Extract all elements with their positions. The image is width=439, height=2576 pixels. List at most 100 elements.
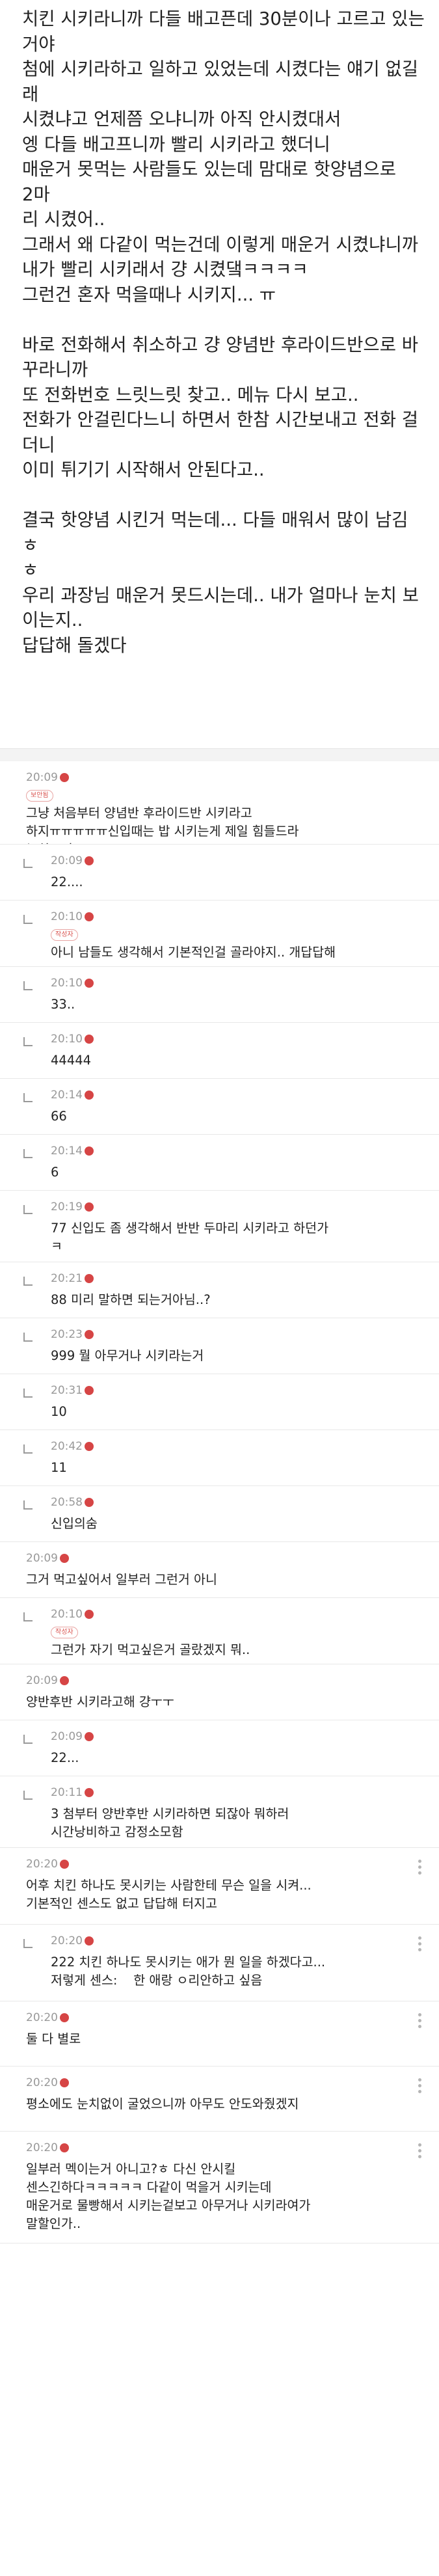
report-icon[interactable] — [60, 1554, 69, 1563]
reply-item: 20:11 3 첨부터 양반후반 시키라하면 되잖아 뭐하러 시간낭비하고 감정소… — [0, 1776, 439, 1848]
comment-text: 66 — [51, 1109, 67, 1124]
post-line: 꾸라니까 — [22, 359, 88, 380]
post-line: 이미 튀기기 시작해서 안된다고.. — [22, 459, 265, 480]
comment-item: 20:09 양반후반 시키라고해 걍ㅜㅜ — [0, 1664, 439, 1720]
more-options-icon[interactable] — [418, 2078, 422, 2093]
report-icon[interactable] — [85, 979, 94, 988]
post-line: 답답해 돌겠다 — [22, 634, 127, 656]
post-line: 내가 빨리 시키래서 걍 시켰댘ㅋㅋㅋㅋ — [22, 259, 308, 280]
comment-time: 20:09 — [26, 1674, 58, 1687]
more-dot — [418, 1936, 421, 1940]
comment-list: 20:09 보안됨 그냥 처음부터 양념반 후라이드반 시키라고 하지ㅠㅠㅠㅠㅠ신입… — [0, 761, 439, 2576]
comments-divider — [0, 748, 439, 761]
more-dot — [418, 1871, 421, 1875]
more-dot — [418, 1865, 421, 1869]
comment-meta: 20:20 — [26, 2141, 426, 2155]
comment-time: 20:23 — [51, 1328, 83, 1341]
report-icon[interactable] — [85, 1035, 94, 1044]
badge-row: 작성자 — [51, 1624, 426, 1638]
post-line — [22, 307, 425, 332]
report-icon[interactable] — [85, 1610, 94, 1619]
comment-meta: 20:09 — [26, 1551, 426, 1566]
comment-time: 20:20 — [26, 1858, 58, 1871]
report-icon[interactable] — [85, 1330, 94, 1339]
report-icon[interactable] — [85, 912, 94, 921]
comment-text: 둘 다 별로 — [26, 2031, 81, 2046]
report-icon[interactable] — [85, 1936, 94, 1946]
comment-meta: 20:21 — [51, 1271, 426, 1286]
report-icon[interactable] — [85, 1498, 94, 1507]
comment-time: 20:10 — [51, 1608, 83, 1621]
post-line: 래 — [22, 83, 39, 105]
report-icon[interactable] — [60, 1860, 69, 1869]
comment-text: 10 — [51, 1404, 67, 1419]
more-options-icon[interactable] — [418, 1860, 422, 1875]
comment-text: 22... — [51, 1750, 79, 1765]
report-icon[interactable] — [85, 1788, 94, 1797]
more-dot — [418, 2143, 421, 2147]
post-line: 첨에 시키라하고 일하고 있었는데 시켰다는 얘기 없길 — [22, 59, 419, 79]
report-icon[interactable] — [60, 2078, 69, 2087]
reply-arrow-icon — [23, 859, 33, 868]
comment-time: 20:09 — [51, 1730, 83, 1743]
reply-item: 20:42 11 — [0, 1430, 439, 1486]
comment-text: 222 치킨 하나도 못시키는 애가 뭔 일을 하겠다고... 저렇게 센스: … — [51, 1955, 326, 1988]
comment-meta: 20:09 — [51, 1729, 426, 1744]
reply-arrow-icon — [23, 1149, 33, 1158]
reply-arrow-icon — [23, 1612, 33, 1621]
reply-arrow-icon — [23, 1444, 33, 1454]
comment-meta: 20:09 — [51, 854, 426, 868]
more-dot — [418, 2149, 421, 2152]
post-line: 매운거 못먹는 사람들도 있는데 맘대로 핫양념으로 2마 — [22, 159, 402, 205]
more-dot — [418, 2084, 421, 2087]
report-icon[interactable] — [85, 1442, 94, 1451]
more-dot — [418, 2025, 421, 2028]
post-line: 거야 — [22, 33, 55, 55]
comment-time: 20:09 — [26, 771, 58, 784]
reply-item: 20:10 작성자 그런가 자기 먹고싶은거 골랐겠지 뭐.. — [0, 1598, 439, 1664]
report-icon[interactable] — [85, 1202, 94, 1212]
more-dot — [418, 2155, 421, 2158]
badge-row: 보안됨 — [26, 787, 426, 802]
more-options-icon[interactable] — [418, 2013, 422, 2028]
report-icon[interactable] — [85, 1274, 94, 1283]
report-icon[interactable] — [60, 773, 69, 782]
comment-text: 22.... — [51, 874, 83, 889]
more-dot — [418, 1860, 421, 1863]
reply-item: 20:09 22... — [0, 1720, 439, 1776]
report-icon[interactable] — [60, 2143, 69, 2152]
report-icon[interactable] — [85, 1386, 94, 1395]
comment-time: 20:20 — [26, 2011, 58, 2024]
post-line — [22, 483, 425, 508]
reply-item: 20:58 신입의숨 — [0, 1486, 439, 1542]
reply-arrow-icon — [23, 981, 33, 990]
post-line: 전화가 안걸린다느니 하면서 한참 시간보내고 전화 걸 — [22, 409, 419, 430]
comment-time: 20:10 — [51, 1033, 83, 1046]
report-icon[interactable] — [85, 1091, 94, 1100]
more-options-icon[interactable] — [418, 1936, 422, 1951]
comment-time: 20:09 — [51, 854, 83, 867]
comment-text: 11 — [51, 1460, 67, 1475]
report-icon[interactable] — [85, 856, 94, 865]
more-options-icon[interactable] — [418, 2143, 422, 2158]
report-icon[interactable] — [60, 2013, 69, 2022]
comment-meta: 20:10 — [51, 976, 426, 990]
comment-item: 20:20 어후 치킨 하나도 못시키는 사람한테 무슨 일을 시켜... 기본적… — [0, 1848, 439, 1925]
more-dot — [418, 2013, 421, 2016]
comment-time: 20:58 — [51, 1496, 83, 1509]
comment-item: 20:20 일부러 멕이는거 아니고?ㅎ 다신 안시킬 센스긴하다ㅋㅋㅋㅋㅋ 다같… — [0, 2132, 439, 2244]
comment-item: 20:20 평소에도 눈치없이 굴었으니까 아무도 안도와줬겠지 — [0, 2067, 439, 2132]
reply-arrow-icon — [23, 1389, 33, 1398]
comment-item: 20:09 보안됨 그냥 처음부터 양념반 후라이드반 시키라고 하지ㅠㅠㅠㅠㅠ신입… — [0, 761, 439, 845]
comment-time: 20:10 — [51, 910, 83, 923]
report-icon[interactable] — [85, 1146, 94, 1156]
comment-text: 33.. — [51, 997, 75, 1012]
comment-text: 88 미리 말하면 되는거아님..? — [51, 1292, 211, 1307]
comment-meta: 20:20 — [26, 2011, 426, 2025]
comment-text: 3 첨부터 양반후반 시키라하면 되잖아 뭐하러 시간낭비하고 감정소모함 — [51, 1806, 289, 1839]
post-line: 이는지.. — [22, 610, 83, 630]
report-icon[interactable] — [85, 1732, 94, 1741]
more-dot — [418, 2078, 421, 2081]
badge-row: 작성자 — [51, 927, 426, 941]
report-icon[interactable] — [60, 1676, 69, 1685]
